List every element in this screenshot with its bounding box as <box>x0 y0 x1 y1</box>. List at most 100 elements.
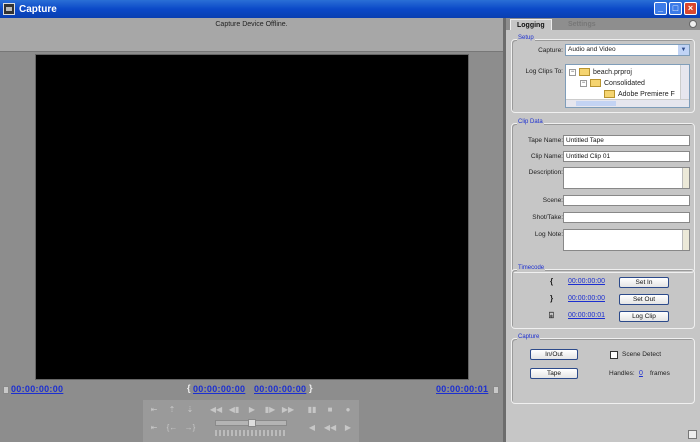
jog-wheel[interactable] <box>215 430 287 436</box>
shuttle-knob[interactable] <box>248 419 256 427</box>
set-in-button[interactable]: Set In <box>619 277 669 288</box>
setup-group: Setup Capture: Audio and Video ▼ Log Cli… <box>511 35 695 113</box>
stop-icon[interactable]: ■ <box>323 404 337 416</box>
slow-reverse-icon[interactable]: ◀ <box>305 422 319 434</box>
log-clip-button[interactable]: Log Clip <box>619 311 669 322</box>
description-label: Description: <box>528 169 563 176</box>
record-icon[interactable]: ● <box>341 404 355 416</box>
duration-timecode[interactable]: 00:00:00:01 <box>568 312 605 319</box>
tree-item-consolidated-label: Consolidated <box>604 79 645 87</box>
window-title: Capture <box>19 3 57 15</box>
tape-name-label: Tape Name: <box>527 137 563 144</box>
tree-scroll-thumb[interactable] <box>576 101 616 106</box>
frames-label: frames <box>650 370 670 377</box>
tree-item-premiere-label: Adobe Premiere F <box>618 90 675 98</box>
clip-data-group: Clip Data Tape Name: Untitled Tape Clip … <box>511 119 695 273</box>
shot-take-label: Shot/Take: <box>532 214 563 221</box>
folder-icon <box>590 79 601 87</box>
scene-label: Scene: <box>542 197 563 204</box>
tree-item-consolidated[interactable]: − Consolidated <box>580 79 645 87</box>
scene-detect-checkbox[interactable] <box>610 351 618 359</box>
fast-forward-icon[interactable]: ▶▶ <box>281 404 295 416</box>
jump-out-icon[interactable]: →} <box>183 422 197 434</box>
log-note-label: Log Note: <box>534 231 563 238</box>
in-brace-icon: { <box>187 383 191 393</box>
panel-menu-icon[interactable] <box>689 20 697 28</box>
bin-tree[interactable]: − beach.prproj − Consolidated Adobe Prem… <box>565 64 690 108</box>
out-point-display[interactable]: 00:00:00:00 <box>254 384 306 394</box>
duration-icon: ⌻ <box>549 311 554 320</box>
log-clips-to-label: Log Clips To: <box>525 68 563 75</box>
handles-label: Handles: <box>609 370 635 377</box>
capture-select[interactable]: Audio and Video ▼ <box>565 44 690 56</box>
status-strip: Capture Device Offline. <box>0 18 503 52</box>
device-status: Capture Device Offline. <box>215 21 288 28</box>
out-brace-icon: } <box>309 383 313 393</box>
scene-search-icon[interactable]: ◀◀ <box>323 422 337 434</box>
out-brace-icon: } <box>550 294 554 303</box>
capture-monitor: Capture Device Offline. 00:00:00:00 { 00… <box>0 18 503 442</box>
title-bar: Capture _ □ × <box>0 0 700 18</box>
go-to-in-icon[interactable]: ⇡ <box>165 404 179 416</box>
jump-in-icon[interactable]: {← <box>165 422 179 434</box>
setup-title: Setup <box>517 35 535 41</box>
video-preview <box>35 54 469 380</box>
transport-controls: ⇤ ⇡ ⇣ ◀◀ ◀▮ ▶ ▮▶ ▶▶ ▮▮ ■ ● ⇤ {← →} ◀ ◀◀ … <box>143 400 359 442</box>
timecode-title: Timecode <box>517 265 546 271</box>
tree-item-project-label: beach.prproj <box>593 68 632 76</box>
clip-data-title: Clip Data <box>517 119 544 125</box>
set-out-icon[interactable]: ⇤ <box>147 422 161 434</box>
set-in-icon[interactable]: ⇤ <box>147 404 161 416</box>
timecode-marker-icon <box>3 386 9 394</box>
collapse-icon[interactable]: − <box>569 68 576 76</box>
shot-take-field[interactable] <box>563 212 690 223</box>
description-scrollbar[interactable] <box>682 168 689 188</box>
tape-name-field[interactable]: Untitled Tape <box>563 135 690 146</box>
timecode-group: Timecode { 00:00:00:00 Set In } 00:00:00… <box>511 265 695 329</box>
out-timecode[interactable]: 00:00:00:00 <box>568 295 605 302</box>
step-forward-icon[interactable]: ▮▶ <box>263 404 277 416</box>
folder-icon <box>579 68 590 76</box>
set-out-button[interactable]: Set Out <box>619 294 669 305</box>
rewind-icon[interactable]: ◀◀ <box>209 404 223 416</box>
chevron-down-icon[interactable]: ▼ <box>678 45 689 55</box>
description-field[interactable] <box>563 167 690 189</box>
app-icon <box>3 3 15 15</box>
clip-name-field[interactable]: Untitled Clip 01 <box>563 151 690 162</box>
in-timecode[interactable]: 00:00:00:00 <box>568 278 605 285</box>
capture-title: Capture <box>517 334 541 340</box>
go-to-out-icon[interactable]: ⇣ <box>183 404 197 416</box>
panel-tabs: Logging Settings <box>506 18 700 30</box>
step-back-icon[interactable]: ◀▮ <box>227 404 241 416</box>
slow-play-icon[interactable]: ▶ <box>341 422 355 434</box>
tree-item-premiere[interactable]: Adobe Premiere F <box>604 90 675 98</box>
play-icon[interactable]: ▶ <box>245 404 259 416</box>
tree-item-project[interactable]: − beach.prproj <box>569 68 632 76</box>
minimize-button[interactable]: _ <box>654 2 667 15</box>
capture-label: Capture: <box>538 47 563 54</box>
in-brace-icon: { <box>550 277 554 286</box>
clip-name-label: Clip Name: <box>530 153 563 160</box>
tree-horizontal-scrollbar[interactable] <box>566 99 689 107</box>
pause-icon[interactable]: ▮▮ <box>305 404 319 416</box>
shuttle-slider[interactable] <box>215 419 287 427</box>
timecode-row: 00:00:00:00 { 00:00:00:00 00:00:00:00 } … <box>0 383 503 397</box>
log-note-scrollbar[interactable] <box>682 230 689 250</box>
duration-display[interactable]: 00:00:00:01 <box>436 384 488 394</box>
scene-field[interactable] <box>563 195 690 206</box>
close-button[interactable]: × <box>684 2 697 15</box>
capture-in-out-button[interactable]: In/Out <box>530 349 578 360</box>
tab-logging[interactable]: Logging <box>510 19 552 30</box>
in-point-display[interactable]: 00:00:00:00 <box>193 384 245 394</box>
scene-detect-label: Scene Detect <box>622 351 662 358</box>
collapse-icon[interactable]: − <box>580 79 587 87</box>
window-controls: _ □ × <box>654 2 697 15</box>
current-time-display[interactable]: 00:00:00:00 <box>11 384 63 394</box>
resize-grip-icon[interactable] <box>688 430 697 439</box>
capture-group: Capture In/Out Scene Detect Tape Handles… <box>511 334 695 404</box>
log-note-field[interactable] <box>563 229 690 251</box>
capture-tape-button[interactable]: Tape <box>530 368 578 379</box>
maximize-button[interactable]: □ <box>669 2 682 15</box>
tab-settings[interactable]: Settings <box>562 19 602 30</box>
handles-value[interactable]: 0 <box>639 370 643 377</box>
